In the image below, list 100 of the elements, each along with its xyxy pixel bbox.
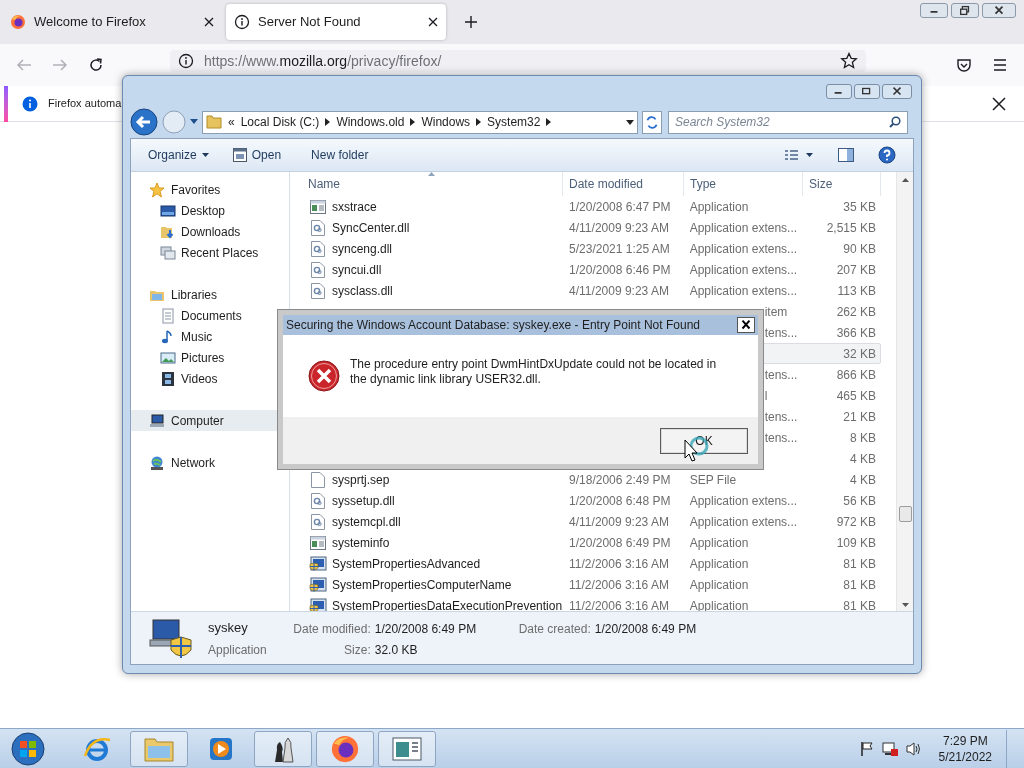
taskbar-button[interactable] — [254, 730, 312, 767]
desktop-icon — [160, 202, 176, 219]
address-bar[interactable]: https://www.mozilla.org/privacy/firefox/ — [170, 50, 866, 72]
chevron-icon[interactable] — [546, 118, 552, 126]
bookmark-star-icon[interactable] — [840, 52, 858, 70]
application-window-icon — [232, 148, 247, 162]
detail-label: Date created: — [517, 621, 591, 638]
breadcrumb-item[interactable]: Local Disk (C:) — [240, 113, 320, 131]
reload-icon[interactable] — [88, 57, 104, 73]
play-icon[interactable] — [208, 735, 234, 762]
scroll-down-icon[interactable] — [901, 603, 909, 607]
file-type: Application — [208, 641, 267, 659]
file-row[interactable]: systeminfo 1/20/2008 6:49 PM Application 109 KB — [296, 532, 881, 553]
column-header[interactable]: Size — [803, 172, 881, 196]
type-cell: Application — [689, 199, 749, 214]
date-cell: 4/11/2009 9:23 AM — [569, 220, 669, 235]
breadcrumb-item[interactable]: System32 — [487, 113, 541, 131]
date-cell: 1/20/2008 6:47 PM — [569, 199, 671, 214]
back-button-icon[interactable] — [130, 108, 158, 136]
start-button-icon[interactable] — [8, 730, 48, 767]
browser-tab[interactable]: Server Not Found — [226, 4, 446, 40]
type-cell: Application extens... — [689, 514, 798, 529]
column-header[interactable]: Date modified — [563, 172, 684, 196]
gear-file-icon — [311, 492, 325, 509]
file-row[interactable]: systemcpl.dll 4/11/2009 9:23 AM Application extens... 972 KB — [296, 511, 881, 532]
nav-item[interactable]: Favorites — [131, 179, 289, 200]
file-row[interactable]: syssetup.dll 1/20/2008 6:48 PM Application extens... 56 KB — [296, 490, 881, 511]
toolbar-button[interactable]: Open — [232, 146, 282, 164]
address-field[interactable]: « Local Disk (C:) Windows.old Windows System32 — [202, 110, 638, 134]
application-window-icon[interactable] — [392, 736, 422, 761]
browser-tab[interactable]: Welcome to Firefox — [2, 4, 222, 40]
dropdown-caret-icon[interactable] — [626, 119, 634, 125]
firefox-icon — [10, 14, 26, 30]
document-icon — [160, 307, 176, 324]
menu-icon[interactable] — [992, 58, 1008, 72]
file-icon — [311, 471, 325, 488]
column-header[interactable]: Type — [684, 172, 803, 196]
date-cell: 11/2/2006 3:16 AM — [569, 577, 669, 592]
close-icon[interactable] — [992, 96, 1006, 111]
nav-item[interactable]: Pictures — [131, 347, 289, 368]
restore-icon[interactable] — [951, 3, 979, 18]
file-row[interactable]: sxstrace 1/20/2008 6:47 PM Application 35 KB — [296, 196, 881, 217]
close-icon[interactable] — [428, 17, 438, 27]
nav-item[interactable]: Recent Places — [131, 242, 289, 263]
help-icon[interactable] — [878, 146, 896, 164]
type-cell: Application extens... — [689, 241, 798, 256]
file-row[interactable]: sysprtj.sep 9/18/2006 2:49 PM SEP File 4 KB — [296, 469, 881, 490]
file-row[interactable]: syncui.dll 1/20/2008 6:46 PM Application extens... 207 KB — [296, 259, 881, 280]
minimize-icon[interactable] — [920, 3, 948, 18]
toolbar-button[interactable]: New folder — [311, 146, 369, 164]
size-cell: 2,515 KB — [826, 220, 876, 235]
nav-item[interactable]: Desktop — [131, 200, 289, 221]
firefox-icon[interactable] — [330, 733, 360, 764]
breadcrumb-item[interactable]: « — [228, 113, 235, 131]
minimize-icon[interactable] — [826, 84, 852, 99]
clock[interactable]: 7:29 PM 5/21/2022 — [938, 732, 992, 765]
nav-item[interactable]: Videos — [131, 368, 289, 389]
close-icon[interactable] — [737, 317, 755, 333]
file-row[interactable]: SystemPropertiesComputerName 11/2/2006 3:16 AM Application 81 KB — [296, 574, 881, 595]
file-row[interactable]: SystemPropertiesAdvanced 11/2/2006 3:16 AM Application 81 KB — [296, 553, 881, 574]
network-error-icon[interactable] — [880, 740, 899, 757]
nav-item[interactable]: Network — [131, 452, 289, 473]
file-row[interactable]: synceng.dll 5/23/2021 1:25 AM Application extens... 90 KB — [296, 238, 881, 259]
new-tab-icon[interactable] — [464, 15, 478, 29]
view-options-icon[interactable] — [784, 148, 814, 162]
chevron-icon[interactable] — [476, 118, 482, 126]
toolbar-button[interactable]: Organize — [148, 146, 209, 164]
type-cell: Application extens... — [689, 262, 798, 277]
type-cell: Application extens... — [689, 283, 798, 298]
chevron-icon[interactable] — [410, 118, 416, 126]
nav-item[interactable]: Libraries — [131, 284, 289, 305]
size-cell: 4 KB — [850, 472, 876, 487]
nav-item[interactable]: Downloads — [131, 221, 289, 242]
pocket-icon[interactable] — [956, 57, 972, 73]
refresh-icon[interactable] — [642, 110, 662, 134]
scrollbar[interactable] — [896, 172, 913, 611]
preview-pane-icon[interactable] — [838, 148, 854, 162]
close-icon[interactable] — [982, 3, 1016, 18]
chevron-icon[interactable] — [325, 118, 331, 126]
search-field[interactable]: Search System32 — [668, 110, 908, 134]
breadcrumb-item[interactable]: Windows.old — [336, 113, 405, 131]
close-icon[interactable] — [882, 84, 912, 99]
taskbar-button[interactable] — [316, 730, 374, 767]
type-cell: tens... — [764, 367, 798, 382]
flag-icon[interactable] — [858, 740, 875, 757]
file-row[interactable]: sysclass.dll 4/11/2009 9:23 AM Application extens... 113 KB — [296, 280, 881, 301]
dialog-title: Securing the Windows Account Database: syskey.exe - Entry Point Not Found — [286, 317, 701, 334]
file-row[interactable]: SyncCenter.dll 4/11/2009 9:23 AM Application extens... 2,515 KB — [296, 217, 881, 238]
date-cell: 11/2/2006 3:16 AM — [569, 556, 669, 571]
caret-icon[interactable] — [190, 119, 198, 125]
gear-file-icon — [311, 219, 325, 236]
close-icon[interactable] — [204, 17, 214, 27]
scroll-up-icon[interactable] — [901, 178, 909, 182]
breadcrumb-item[interactable]: Windows — [421, 113, 471, 131]
search-icon[interactable] — [889, 116, 901, 128]
scroll-thumb[interactable] — [899, 506, 912, 522]
speaker-icon[interactable] — [904, 740, 923, 757]
maximize-icon[interactable] — [854, 84, 880, 99]
file-name: syssetup.dll — [332, 492, 395, 510]
size-cell: 366 KB — [836, 325, 876, 340]
